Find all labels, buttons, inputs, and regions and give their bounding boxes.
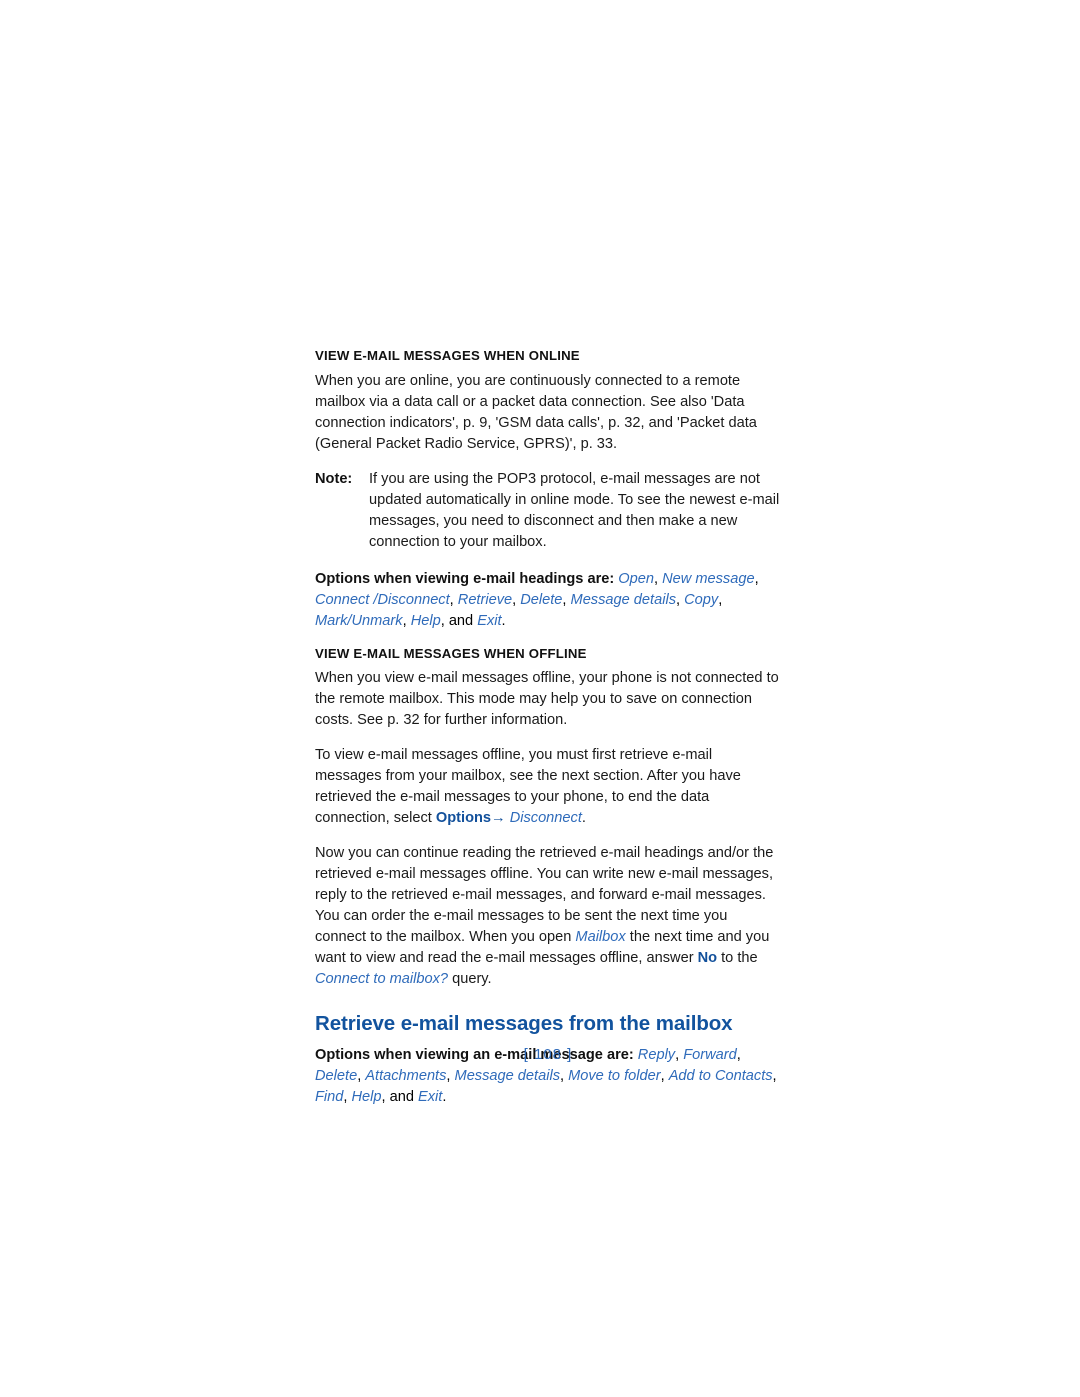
ui-key-options: Options (435, 810, 492, 826)
paragraph-view-offline-3: Now you can continue reading the retriev… (315, 843, 781, 990)
note-text: If you are using the POP3 protocol, e-ma… (369, 470, 780, 550)
paragraph-offline-3-part-4: query. (448, 971, 492, 987)
options-list-email-headings: Options when viewing e-mail headings are… (315, 569, 781, 632)
ui-item-help: Help (410, 612, 441, 629)
ui-item-connect-disconnect: Connect /Disconnect (315, 591, 450, 608)
ui-item-copy: Copy (684, 591, 719, 608)
arrow-icon: → (491, 810, 506, 826)
ui-item-mailbox: Mailbox (575, 929, 626, 945)
manual-page-content: VIEW E-MAIL MESSAGES WHEN ONLINE When yo… (315, 348, 781, 1122)
ui-item-exit: Exit (418, 1088, 443, 1105)
note-block: Note: If you are using the POP3 protocol… (315, 469, 781, 553)
note-label: Note: (315, 470, 353, 487)
ui-item-message-details: Message details (454, 1067, 560, 1084)
chapter-heading-retrieve-email: Retrieve e-mail messages from the mailbo… (315, 1012, 733, 1035)
ui-item-disconnect: Disconnect (509, 810, 582, 826)
section-heading-view-online: VIEW E-MAIL MESSAGES WHEN ONLINE (315, 348, 580, 363)
ui-item-add-to-contacts: Add to Contacts (668, 1067, 773, 1084)
page-number: [ 108 ] (523, 1046, 573, 1063)
paragraph-view-offline-1: When you view e-mail messages offline, y… (315, 670, 779, 728)
paragraph-offline-2-text-after: . (581, 810, 586, 826)
ui-item-connect-to-mailbox: Connect to mailbox? (315, 971, 449, 987)
ui-item-exit: Exit (477, 612, 502, 629)
ui-item-delete: Delete (520, 591, 563, 608)
section-heading-view-offline: VIEW E-MAIL MESSAGES WHEN OFFLINE (315, 645, 587, 661)
ui-item-retrieve: Retrieve (457, 591, 513, 608)
ui-item-delete: Delete (315, 1067, 358, 1084)
ui-item-message-details: Message details (570, 591, 676, 608)
ui-item-find: Find (315, 1088, 344, 1105)
ui-item-new-message: New message (662, 570, 755, 587)
ui-item-attachments: Attachments (365, 1067, 447, 1084)
ui-key-no: No (697, 950, 718, 966)
paragraph-offline-3-part-3: to the (717, 950, 758, 966)
paragraph-view-online: When you are online, you are continuousl… (315, 372, 757, 452)
ui-item-mark-unmark: Mark/Unmark (315, 612, 403, 629)
options-lead-label: Options when viewing e-mail headings are… (315, 570, 615, 587)
ui-item-move-to-folder: Move to folder (568, 1067, 661, 1084)
ui-item-help: Help (351, 1088, 382, 1105)
ui-item-open: Open (618, 570, 654, 587)
paragraph-view-offline-2: To view e-mail messages offline, you mus… (315, 745, 781, 829)
